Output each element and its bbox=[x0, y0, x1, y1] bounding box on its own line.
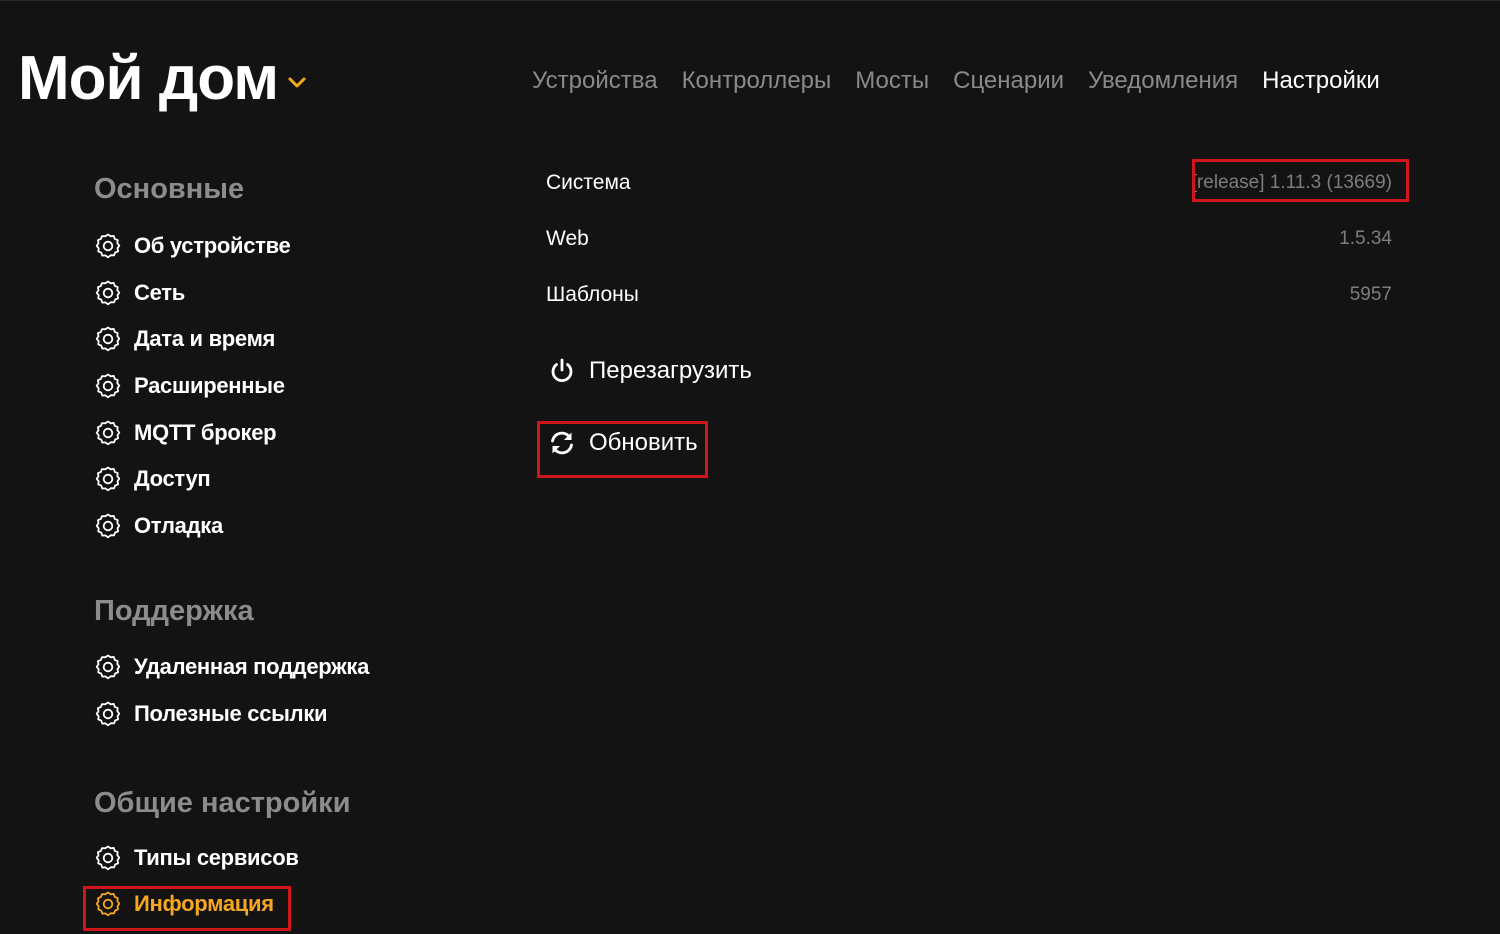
web-version: 1.5.34 bbox=[1339, 228, 1392, 249]
section-title-support: Поддержка bbox=[94, 595, 254, 628]
top-navigation: Устройства Контроллеры Мосты Сценарии Ув… bbox=[532, 65, 1380, 97]
section-title-general: Общие настройки bbox=[94, 787, 351, 820]
info-key: Система bbox=[546, 171, 631, 194]
sidebar-item-label: MQTT брокер bbox=[134, 419, 277, 445]
nav-scenarios[interactable]: Сценарии bbox=[953, 65, 1064, 97]
update-button[interactable]: Обновить bbox=[548, 429, 698, 457]
power-icon bbox=[551, 358, 573, 383]
section-general: Общие настройки Типы сервисов Информация bbox=[94, 783, 474, 927]
nav-notifications[interactable]: Уведомления bbox=[1088, 65, 1238, 97]
sidebar-item-label: Отладка bbox=[134, 512, 223, 538]
sidebar-item-label: Типы сервисов bbox=[134, 844, 299, 870]
info-key: Шаблоны bbox=[546, 283, 639, 306]
sidebar-item-useful-links[interactable]: Полезные ссылки bbox=[94, 691, 474, 738]
settings-page: Мой дом Устройства Контроллеры Мосты Сце… bbox=[0, 0, 1500, 934]
chevron-down-icon bbox=[288, 77, 306, 88]
sidebar-item-debug[interactable]: Отладка bbox=[94, 503, 474, 550]
sidebar-item-advanced[interactable]: Расширенные bbox=[94, 363, 474, 410]
sidebar-item-label: Об устройстве bbox=[134, 233, 291, 259]
home-title: Мой дом bbox=[18, 44, 279, 113]
sidebar-item-label: Расширенные bbox=[134, 373, 285, 399]
section-support: Поддержка Удаленная поддержка Полезные с… bbox=[94, 591, 474, 737]
sidebar-item-access[interactable]: Доступ bbox=[94, 456, 474, 503]
gear-icon bbox=[94, 700, 122, 728]
gear-icon bbox=[94, 653, 122, 681]
gear-icon bbox=[94, 325, 122, 353]
sidebar-item-service-types[interactable]: Типы сервисов bbox=[94, 834, 474, 881]
gear-icon bbox=[94, 465, 122, 493]
gear-icon bbox=[94, 372, 122, 400]
info-row-system: Система [release] 1.11.3 (13669) bbox=[546, 155, 1392, 211]
info-panel: Система [release] 1.11.3 (13669) Web 1.5… bbox=[546, 155, 1392, 323]
sidebar-item-label: Удаленная поддержка bbox=[134, 654, 370, 680]
sidebar-item-information[interactable]: Информация bbox=[94, 881, 474, 928]
section-title-main: Основные bbox=[94, 173, 245, 205]
system-version: [release] 1.11.3 (13669) bbox=[1191, 172, 1392, 193]
home-selector[interactable]: Мой дом bbox=[18, 43, 308, 115]
gear-icon bbox=[94, 890, 122, 918]
sidebar-item-label: Доступ bbox=[134, 466, 211, 492]
restart-button[interactable]: Перезагрузить bbox=[548, 357, 752, 385]
gear-icon bbox=[94, 844, 122, 872]
restart-label: Перезагрузить bbox=[589, 357, 752, 384]
refresh-icon bbox=[551, 431, 573, 455]
sidebar-item-label: Информация bbox=[134, 891, 274, 917]
info-row-web: Web 1.5.34 bbox=[546, 211, 1392, 267]
nav-settings[interactable]: Настройки bbox=[1262, 65, 1380, 97]
sidebar-item-label: Полезные ссылки bbox=[134, 701, 328, 727]
nav-devices[interactable]: Устройства bbox=[532, 65, 658, 97]
sidebar-item-label: Сеть bbox=[134, 279, 185, 305]
sidebar-item-mqtt-broker[interactable]: MQTT брокер bbox=[94, 409, 474, 456]
nav-controllers[interactable]: Контроллеры bbox=[682, 65, 832, 97]
sidebar-item-network[interactable]: Сеть bbox=[94, 270, 474, 317]
info-key: Web bbox=[546, 227, 589, 250]
gear-icon bbox=[94, 279, 122, 307]
sidebar-item-label: Дата и время bbox=[134, 326, 276, 352]
info-row-templates: Шаблоны 5957 bbox=[546, 267, 1392, 323]
update-label: Обновить bbox=[589, 429, 698, 456]
sidebar-item-about-device[interactable]: Об устройстве bbox=[94, 223, 474, 270]
gear-icon bbox=[94, 419, 122, 447]
sidebar-item-remote-support[interactable]: Удаленная поддержка bbox=[94, 644, 474, 691]
gear-icon bbox=[94, 512, 122, 540]
templates-version: 5957 bbox=[1349, 284, 1392, 305]
sidebar-item-date-time[interactable]: Дата и время bbox=[94, 316, 474, 363]
nav-bridges[interactable]: Мосты bbox=[855, 65, 929, 97]
gear-icon bbox=[94, 232, 122, 260]
settings-sidebar: Основные Об устройстве Сеть Дата и время… bbox=[94, 169, 474, 928]
section-main: Основные Об устройстве Сеть Дата и время… bbox=[94, 169, 474, 549]
